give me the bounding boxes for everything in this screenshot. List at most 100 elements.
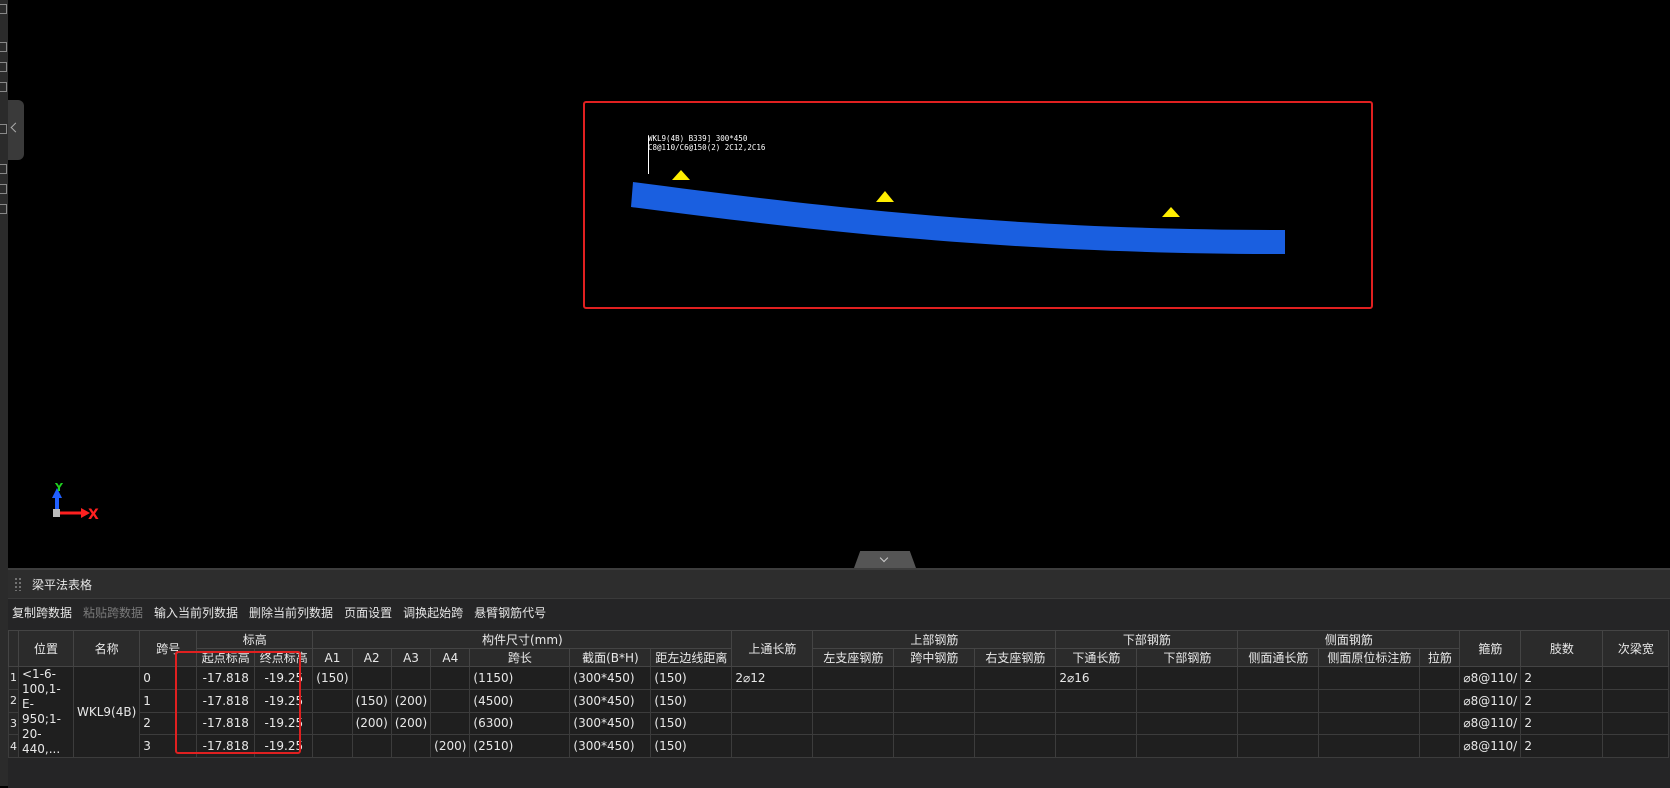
bottom-sub-cell[interactable] — [1136, 734, 1239, 758]
a2-cell[interactable] — [351, 734, 392, 758]
a3-cell[interactable]: (200) — [390, 688, 432, 713]
a4-cell[interactable]: (200) — [430, 734, 471, 758]
span-cell[interactable]: 2 — [139, 711, 198, 736]
a2-cell[interactable]: (150) — [351, 688, 392, 713]
stirrup-cell[interactable]: ⌀8@110/ — [1459, 711, 1522, 736]
start-elev-cell[interactable]: -17.818 — [196, 688, 256, 713]
tie-bar-cell[interactable] — [1419, 734, 1461, 758]
header-span-length[interactable]: 跨长 — [469, 648, 571, 667]
header-tie-bar[interactable]: 拉筋 — [1419, 648, 1461, 667]
page-setup-button[interactable]: 页面设置 — [344, 604, 392, 621]
span-cell[interactable]: 3 — [139, 734, 198, 758]
bottom-long-cell[interactable]: 2⌀16 — [1055, 666, 1138, 690]
header-a2[interactable]: A2 — [351, 648, 392, 667]
a4-cell[interactable] — [430, 666, 471, 690]
left-support-cell[interactable] — [812, 688, 895, 713]
header-sub-width[interactable]: 次梁宽 — [1602, 630, 1670, 667]
section-cell[interactable]: (300*450) — [569, 711, 652, 736]
mid-bars-cell[interactable] — [893, 734, 976, 758]
mid-bars-cell[interactable] — [893, 666, 976, 690]
header-end-elev[interactable]: 终点标高 — [254, 648, 314, 667]
table-row[interactable]: 3 2 -17.818 -19.25 (200) (200) (6300) (3… — [8, 711, 1670, 736]
side-local-cell[interactable] — [1318, 666, 1421, 690]
header-a3[interactable]: A3 — [390, 648, 432, 667]
legs-cell[interactable]: 2 — [1520, 688, 1604, 713]
header-span-no[interactable]: 跨号 — [139, 630, 198, 667]
side-long-cell[interactable] — [1237, 666, 1320, 690]
stirrup-cell[interactable]: ⌀8@110/ — [1459, 666, 1522, 690]
table-row[interactable]: 1 <1-6-100,1-E-950;1-20-440,... WKL9(4B)… — [8, 666, 1670, 758]
start-elev-cell[interactable]: -17.818 — [196, 666, 256, 690]
span-cell[interactable]: 0 — [139, 666, 198, 690]
header-left-support[interactable]: 左支座钢筋 — [812, 648, 895, 667]
sidebar-collapse-button[interactable] — [8, 100, 24, 160]
header-legs[interactable]: 肢数 — [1520, 630, 1604, 667]
mid-bars-cell[interactable] — [893, 688, 976, 713]
stirrup-cell[interactable]: ⌀8@110/ — [1459, 688, 1522, 713]
input-column-data-button[interactable]: 输入当前列数据 — [154, 604, 238, 621]
header-top-long[interactable]: 上通长筋 — [731, 630, 814, 667]
side-long-cell[interactable] — [1237, 688, 1320, 713]
bottom-long-cell[interactable] — [1055, 711, 1138, 736]
side-long-cell[interactable] — [1237, 734, 1320, 758]
header-a1[interactable]: A1 — [312, 648, 353, 667]
section-cell[interactable]: (300*450) — [569, 688, 652, 713]
tie-bar-cell[interactable] — [1419, 711, 1461, 736]
top-long-cell[interactable] — [731, 688, 814, 713]
bottom-sub-cell[interactable] — [1136, 711, 1239, 736]
bottom-long-cell[interactable] — [1055, 734, 1138, 758]
panel-toggle-button[interactable] — [854, 551, 916, 568]
side-local-cell[interactable] — [1318, 711, 1421, 736]
section-cell[interactable]: (300*450) — [569, 734, 652, 758]
a2-cell[interactable] — [351, 666, 392, 690]
header-bottom-sub[interactable]: 下部钢筋 — [1136, 648, 1239, 667]
sub-width-cell[interactable] — [1602, 711, 1670, 736]
left-support-cell[interactable] — [812, 711, 895, 736]
table-row[interactable]: 2 1 -17.818 -19.25 (150) (200) (4500) (3… — [8, 688, 1670, 713]
table-row[interactable]: 4 3 -17.818 -19.25 (200) (2510) (300*450… — [8, 734, 1670, 758]
left-support-cell[interactable] — [812, 734, 895, 758]
a1-cell[interactable] — [312, 734, 353, 758]
a3-cell[interactable] — [390, 666, 432, 690]
right-support-cell[interactable] — [974, 666, 1057, 690]
a4-cell[interactable] — [430, 711, 471, 736]
bottom-long-cell[interactable] — [1055, 688, 1138, 713]
right-support-cell[interactable] — [974, 711, 1057, 736]
legs-cell[interactable]: 2 — [1520, 666, 1604, 690]
a2-cell[interactable]: (200) — [351, 711, 392, 736]
header-right-support[interactable]: 右支座钢筋 — [974, 648, 1057, 667]
bottom-sub-cell[interactable] — [1136, 666, 1239, 690]
start-elev-cell[interactable]: -17.818 — [196, 711, 256, 736]
span-length-cell[interactable]: (4500) — [469, 688, 571, 713]
header-mid-bars[interactable]: 跨中钢筋 — [893, 648, 976, 667]
end-elev-cell[interactable]: -19.25 — [254, 711, 314, 736]
top-long-cell[interactable]: 2⌀12 — [731, 666, 814, 690]
end-elev-cell[interactable]: -19.25 — [254, 734, 314, 758]
drag-handle-icon[interactable] — [14, 577, 22, 591]
span-cell[interactable]: 1 — [139, 688, 198, 713]
header-start-elev[interactable]: 起点标高 — [196, 648, 256, 667]
a3-cell[interactable] — [390, 734, 432, 758]
header-position[interactable]: 位置 — [18, 630, 74, 667]
left-support-cell[interactable] — [812, 666, 895, 690]
header-side-local[interactable]: 侧面原位标注筋 — [1318, 648, 1421, 667]
side-local-cell[interactable] — [1318, 734, 1421, 758]
position-cell[interactable]: <1-6-100,1-E-950;1-20-440,... — [18, 666, 74, 758]
a1-cell[interactable] — [312, 711, 353, 736]
a4-cell[interactable] — [430, 688, 471, 713]
header-name[interactable]: 名称 — [72, 630, 141, 667]
span-length-cell[interactable]: (6300) — [469, 711, 571, 736]
top-long-cell[interactable] — [731, 711, 814, 736]
copy-span-data-button[interactable]: 复制跨数据 — [12, 604, 72, 621]
header-section[interactable]: 截面(B*H) — [569, 648, 652, 667]
section-cell[interactable]: (300*450) — [569, 666, 652, 690]
name-cell[interactable]: WKL9(4B) — [72, 666, 141, 758]
3d-viewport[interactable]: WKL9(4B) B339] 300*450 C8@110/C6@150(2) 2… — [8, 0, 1670, 568]
delete-column-data-button[interactable]: 删除当前列数据 — [249, 604, 333, 621]
sub-width-cell[interactable] — [1602, 666, 1670, 690]
start-elev-cell[interactable]: -17.818 — [196, 734, 256, 758]
right-support-cell[interactable] — [974, 734, 1057, 758]
sub-width-cell[interactable] — [1602, 734, 1670, 758]
tie-bar-cell[interactable] — [1419, 666, 1461, 690]
header-bottom-long[interactable]: 下通长筋 — [1055, 648, 1138, 667]
